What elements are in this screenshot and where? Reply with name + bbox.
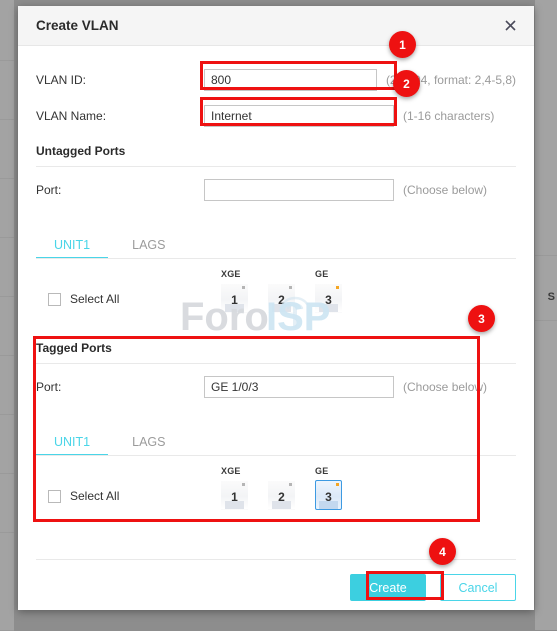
- port-led-icon: [289, 286, 292, 289]
- vlan-id-input[interactable]: [204, 69, 377, 91]
- background-divider: [535, 255, 557, 256]
- port-led-icon: [289, 483, 292, 486]
- annotation-badge-3: 3: [468, 305, 495, 332]
- port-led-icon: [242, 286, 245, 289]
- untagged-tabs: UNIT1 LAGS: [35, 227, 516, 259]
- tagged-port-group-labels: XGE GE: [36, 466, 516, 478]
- annotation-badge-2: 2: [393, 70, 420, 97]
- untagged-port-label: Port:: [36, 183, 62, 197]
- dialog-footer: Create Cancel: [36, 559, 516, 601]
- port-jack-icon: [225, 304, 244, 312]
- background-row: [0, 238, 14, 297]
- tagged-port-hint: (Choose below): [403, 380, 488, 394]
- port-jack-icon: [272, 304, 291, 312]
- tagged-ports-section-title: Tagged Ports: [36, 341, 112, 355]
- footer-buttons: Create Cancel: [36, 574, 516, 601]
- untagged-port-2[interactable]: 2: [268, 283, 295, 313]
- annotation-badge-4: 4: [429, 538, 456, 565]
- background-row: [0, 120, 14, 179]
- untagged-select-all-checkbox[interactable]: [48, 292, 61, 306]
- cancel-button[interactable]: Cancel: [440, 574, 516, 601]
- tagged-tab-unit1[interactable]: UNIT1: [35, 435, 109, 456]
- background-right-panel: [535, 0, 557, 630]
- untagged-tab-lags[interactable]: LAGS: [128, 238, 169, 259]
- vlan-name-label: VLAN Name:: [36, 109, 107, 123]
- create-vlan-dialog: Create VLAN VLAN ID: (2-4094, format: 2,…: [18, 6, 534, 610]
- untagged-port-row: Port: (Choose below): [36, 167, 516, 213]
- dialog-body: VLAN ID: (2-4094, format: 2,4-5,8) VLAN …: [18, 62, 534, 522]
- annotation-badge-1: 1: [389, 31, 416, 58]
- vlan-name-row: VLAN Name: (1-16 characters): [36, 98, 516, 134]
- tagged-select-all-label: Select All: [70, 489, 120, 503]
- tagged-port-3[interactable]: 3: [315, 480, 342, 510]
- tagged-port-input[interactable]: [204, 376, 394, 398]
- background-row: [0, 474, 14, 533]
- background-row: [0, 297, 14, 356]
- tagged-ports: 1 2 3: [221, 480, 362, 510]
- tagged-select-all-checkbox[interactable]: [48, 489, 61, 503]
- vlan-id-label: VLAN ID:: [36, 73, 87, 87]
- tagged-group-label-ge: GE: [315, 466, 329, 476]
- untagged-port-input[interactable]: [204, 179, 394, 201]
- untagged-select-all[interactable]: Select All: [48, 292, 119, 306]
- tagged-port-row: Port: (Choose below): [36, 364, 516, 410]
- background-row: [0, 0, 14, 61]
- untagged-tab-unit1[interactable]: UNIT1: [35, 238, 109, 259]
- background-row: [0, 533, 14, 631]
- create-button[interactable]: Create: [350, 574, 426, 601]
- background-divider: [535, 320, 557, 321]
- port-led-icon: [336, 483, 339, 486]
- untagged-port-1[interactable]: 1: [221, 283, 248, 313]
- tagged-tabs: UNIT1 LAGS: [35, 424, 516, 456]
- untagged-ports-section-title: Untagged Ports: [36, 144, 126, 158]
- background-row: [0, 61, 14, 120]
- background-row: [0, 415, 14, 474]
- background-row: [0, 179, 14, 238]
- port-jack-icon: [319, 304, 338, 312]
- dialog-title: Create VLAN: [36, 18, 119, 33]
- port-led-icon: [242, 483, 245, 486]
- untagged-select-all-label: Select All: [70, 292, 120, 306]
- untagged-ports: 1 2 3: [221, 283, 362, 313]
- vlan-id-row: VLAN ID: (2-4094, format: 2,4-5,8): [36, 62, 516, 98]
- untagged-port-panel: XGE GE Select All 1 2 3: [36, 259, 516, 325]
- port-led-icon: [336, 286, 339, 289]
- tagged-tab-lags[interactable]: LAGS: [128, 435, 169, 456]
- tagged-port-panel: XGE GE Select All 1 2 3: [36, 456, 516, 522]
- port-jack-icon: [225, 501, 244, 509]
- tagged-port-label: Port:: [36, 380, 62, 394]
- tagged-group-label-xge: XGE: [221, 466, 241, 476]
- tagged-port-1[interactable]: 1: [221, 480, 248, 510]
- vlan-name-hint: (1-16 characters): [403, 109, 495, 123]
- close-icon[interactable]: [500, 16, 520, 36]
- untagged-port-3[interactable]: 3: [315, 283, 342, 313]
- background-right-label: S: [547, 291, 555, 303]
- untagged-port-group-labels: XGE GE: [36, 269, 516, 281]
- untagged-group-label-ge: GE: [315, 269, 329, 279]
- dialog-header: Create VLAN: [18, 6, 534, 46]
- untagged-group-label-xge: XGE: [221, 269, 241, 279]
- port-jack-icon: [272, 501, 291, 509]
- port-jack-icon: [319, 501, 338, 509]
- tagged-port-2[interactable]: 2: [268, 480, 295, 510]
- untagged-port-hint: (Choose below): [403, 183, 488, 197]
- vlan-name-input[interactable]: [204, 105, 394, 127]
- background-row: [0, 356, 14, 415]
- tagged-select-all[interactable]: Select All: [48, 489, 119, 503]
